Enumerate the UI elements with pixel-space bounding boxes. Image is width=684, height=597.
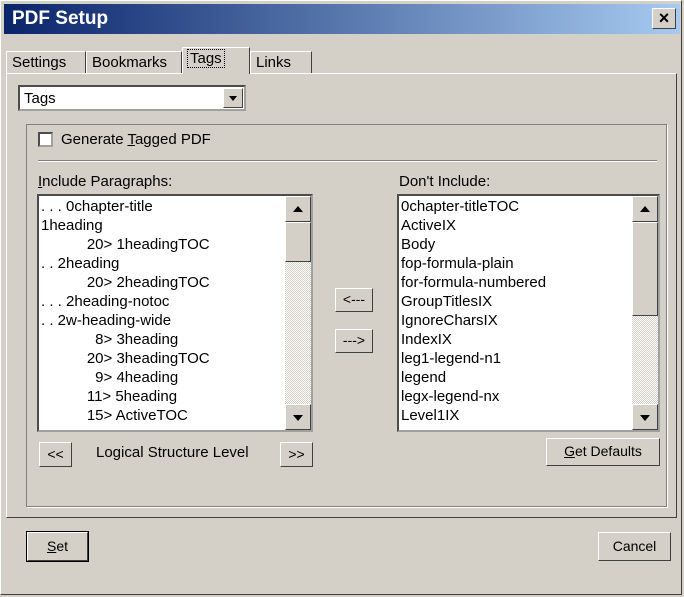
- list-item[interactable]: . . . 2heading-notoc: [41, 292, 210, 311]
- tab-bookmarks[interactable]: Bookmarks: [86, 51, 182, 73]
- list-item[interactable]: ActiveIX: [401, 216, 546, 235]
- list-item[interactable]: for-formula-numbered: [401, 273, 546, 292]
- close-button[interactable]: ×: [652, 8, 676, 29]
- list-item[interactable]: IgnoreCharsIX: [401, 311, 546, 330]
- list-item[interactable]: fop-formula-plain: [401, 254, 546, 273]
- chevron-down-icon: [229, 96, 237, 101]
- dont-include-list[interactable]: 0chapter-titleTOC ActiveIX Body fop-formula…: [397, 194, 660, 432]
- list-item[interactable]: legend: [401, 368, 546, 387]
- arrow-down-icon: [293, 415, 303, 421]
- generate-tagged-pdf-checkbox[interactable]: [38, 132, 53, 147]
- scroll-up-button[interactable]: [632, 196, 658, 222]
- scroll-down-button[interactable]: [632, 404, 658, 430]
- exclude-items: 0chapter-titleTOC ActiveIX Body fop-formula…: [401, 197, 546, 425]
- list-item[interactable]: 15> ActiveTOC: [41, 406, 210, 425]
- list-item[interactable]: leg1-legend-n1: [401, 349, 546, 368]
- tab-tags[interactable]: Tags: [182, 47, 250, 74]
- divider: [38, 160, 657, 162]
- list-item[interactable]: 20> 2headingTOC: [41, 273, 210, 292]
- scroll-down-button[interactable]: [285, 404, 311, 430]
- list-item[interactable]: . . 2heading: [41, 254, 210, 273]
- tag-type-value: Tags: [24, 90, 56, 107]
- title-bar[interactable]: PDF Setup ×: [4, 4, 680, 34]
- include-items: . . . 0chapter-title 1heading 20> 1headin…: [41, 197, 210, 425]
- dropdown-arrow-button[interactable]: [223, 88, 243, 108]
- tab-links[interactable]: Links: [250, 51, 312, 73]
- move-left-button[interactable]: <---: [335, 288, 373, 312]
- list-item[interactable]: GroupTitlesIX: [401, 292, 546, 311]
- include-paragraphs-list[interactable]: . . . 0chapter-title 1heading 20> 1headin…: [37, 194, 313, 432]
- scroll-up-button[interactable]: [285, 196, 311, 222]
- level-increase-button[interactable]: >>: [280, 442, 313, 467]
- logical-structure-level-label: Logical Structure Level: [96, 444, 249, 461]
- list-item[interactable]: 1heading: [41, 216, 210, 235]
- pdf-setup-dialog: PDF Setup × Settings Bookmarks Tags Link…: [0, 0, 682, 595]
- list-item[interactable]: 20> 1headingTOC: [41, 235, 210, 254]
- get-defaults-button[interactable]: Get Defaults: [546, 438, 660, 466]
- set-button[interactable]: Set: [26, 531, 89, 562]
- close-icon: ×: [658, 8, 670, 28]
- move-right-button[interactable]: --->: [335, 329, 373, 353]
- list-item[interactable]: IndexIX: [401, 330, 546, 349]
- tab-settings[interactable]: Settings: [6, 51, 86, 73]
- list-item[interactable]: Body: [401, 235, 546, 254]
- level-decrease-button[interactable]: <<: [39, 442, 72, 467]
- scroll-thumb[interactable]: [632, 222, 658, 316]
- cancel-button[interactable]: Cancel: [598, 532, 671, 561]
- dont-include-label: Don't Include:: [399, 173, 491, 190]
- list-item[interactable]: legx-legend-nx: [401, 387, 546, 406]
- list-item[interactable]: . . . 0chapter-title: [41, 197, 210, 216]
- list-item[interactable]: 9> 4heading: [41, 368, 210, 387]
- exclude-scrollbar[interactable]: [632, 196, 658, 430]
- include-paragraphs-label: Include Paragraphs:: [38, 173, 173, 190]
- generate-tagged-pdf-label[interactable]: Generate Tagged PDF: [61, 131, 211, 148]
- tag-type-select[interactable]: Tags: [18, 85, 246, 111]
- include-scrollbar[interactable]: [285, 196, 311, 430]
- list-item[interactable]: 0chapter-titleTOC: [401, 197, 546, 216]
- list-item[interactable]: 8> 3heading: [41, 330, 210, 349]
- list-item[interactable]: Level1IX: [401, 406, 546, 425]
- arrow-up-icon: [640, 206, 650, 212]
- scroll-thumb[interactable]: [285, 222, 311, 262]
- window-title: PDF Setup: [12, 8, 109, 29]
- arrow-down-icon: [640, 415, 650, 421]
- list-item[interactable]: 11> 5heading: [41, 387, 210, 406]
- arrow-up-icon: [293, 206, 303, 212]
- list-item[interactable]: 20> 3headingTOC: [41, 349, 210, 368]
- list-item[interactable]: . . 2w-heading-wide: [41, 311, 210, 330]
